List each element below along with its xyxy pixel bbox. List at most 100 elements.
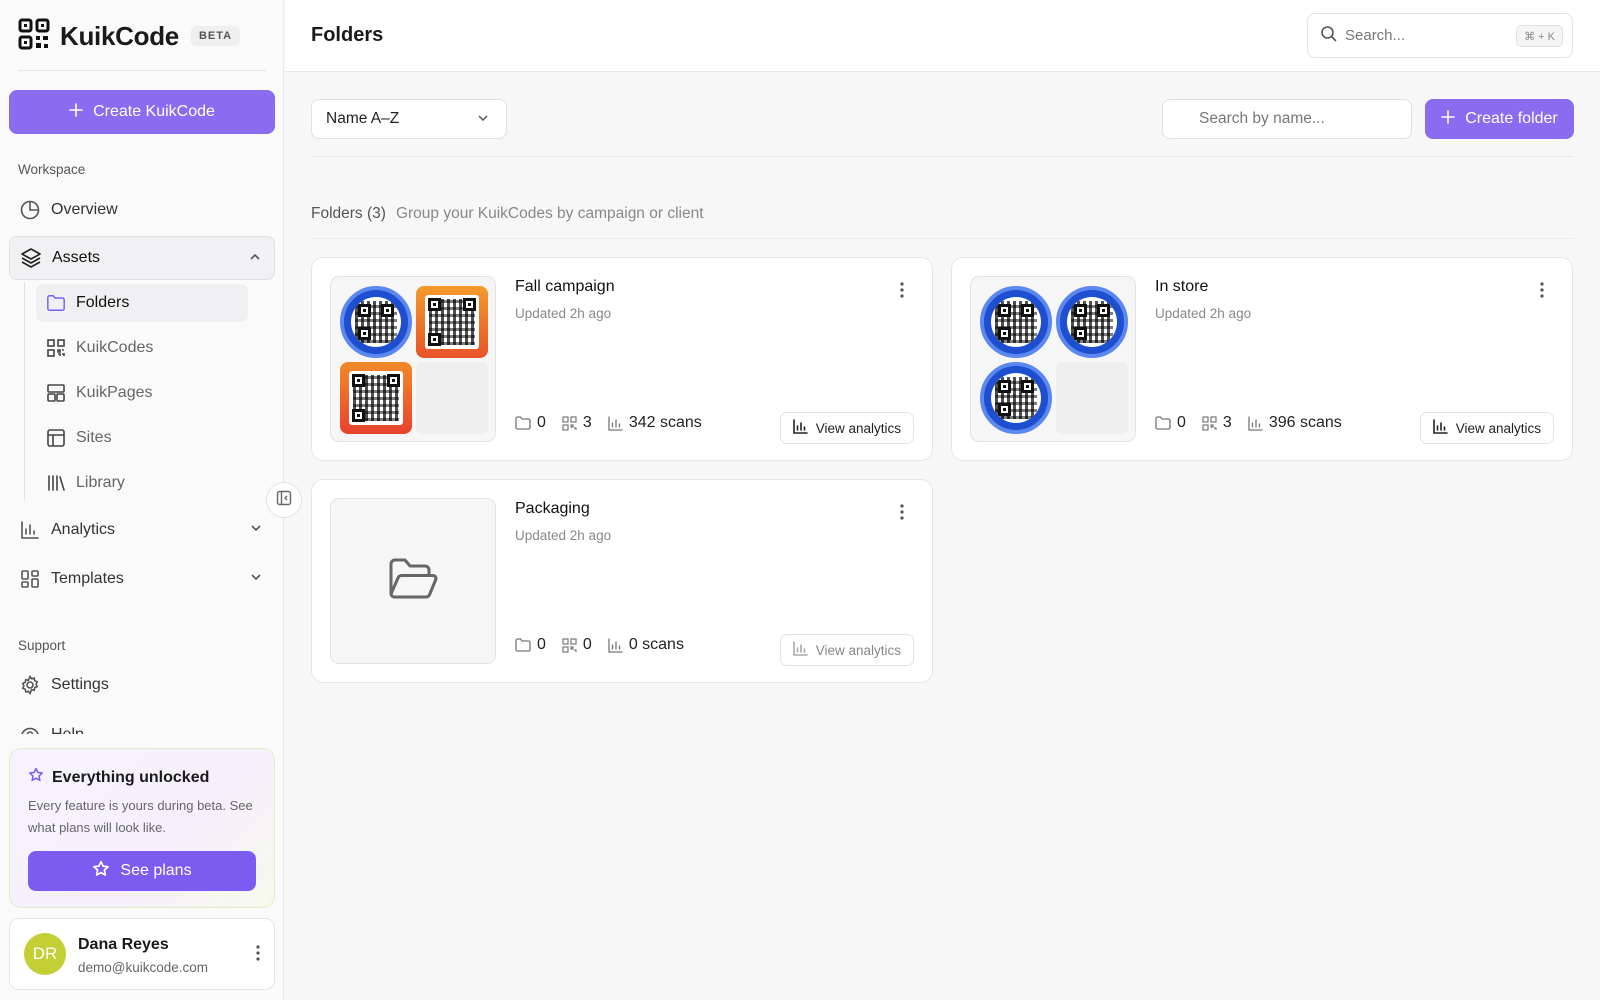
more-vertical-icon[interactable]: [900, 504, 904, 525]
sidebar-item-label: Library: [76, 474, 125, 491]
qr-code-thumbnail: [980, 362, 1052, 434]
folder-card[interactable]: In store Updated 2h ago 0 3 396 scans Vi…: [951, 257, 1573, 461]
more-vertical-icon[interactable]: [900, 282, 904, 303]
folders-count: Folders (3): [311, 205, 386, 222]
layers-icon: [20, 247, 42, 269]
promo-text: Every feature is yours during beta. See …: [28, 798, 253, 835]
support-label: Support: [18, 638, 66, 653]
promo-title-text: Everything unlocked: [52, 768, 210, 786]
bar-chart-icon: [792, 419, 808, 437]
code-count-value: 3: [1222, 414, 1232, 431]
qr-logo-icon: [18, 18, 50, 55]
sidebar-item-label: Settings: [51, 676, 109, 693]
folder-updated: Updated 2h ago: [515, 528, 612, 543]
scan-count-value: 0 scans: [628, 636, 684, 653]
qr-code-thumbnail: [1056, 286, 1128, 358]
collapse-sidebar-button[interactable]: [266, 482, 302, 518]
folder-name[interactable]: In store: [1155, 278, 1208, 296]
workspace-label: Workspace: [18, 162, 86, 177]
see-plans-label: See plans: [120, 862, 192, 879]
view-analytics-button[interactable]: View analytics: [779, 634, 914, 666]
subfolder-count: 0: [1155, 414, 1186, 432]
folder-name[interactable]: Fall campaign: [515, 278, 615, 296]
subfolder-count-value: 0: [1177, 414, 1186, 431]
create-kuikcode-button[interactable]: Create KuikCode: [9, 90, 275, 134]
sidebar-item-folders[interactable]: Folders: [36, 284, 248, 322]
sidebar-item-sites[interactable]: Sites: [36, 419, 248, 457]
bar-chart-icon: [608, 637, 623, 653]
folder-name[interactable]: Packaging: [515, 500, 590, 518]
keyboard-shortcut-badge: ⌘ + K: [1516, 25, 1563, 47]
bar-chart-icon: [19, 519, 41, 541]
sidebar-item-help[interactable]: Help: [9, 712, 275, 734]
plus-icon: [69, 102, 83, 122]
qr-code-icon: [562, 415, 577, 431]
folder-stats: 0 0 0 scans: [515, 636, 700, 654]
chevron-up-icon: [248, 250, 262, 269]
qr-code-icon: [46, 338, 66, 358]
folder-updated: Updated 2h ago: [1155, 306, 1252, 321]
subfolder-count: 0: [515, 636, 546, 654]
page-layout-icon: [46, 383, 66, 403]
folder-open-icon: [387, 556, 439, 607]
create-folder-button[interactable]: Create folder: [1425, 99, 1574, 139]
sidebar-item-overview[interactable]: Overview: [9, 188, 275, 232]
sidebar-item-label: Sites: [76, 429, 112, 446]
sort-select[interactable]: Name A–Z: [311, 99, 507, 139]
folder-card[interactable]: Packaging Updated 2h ago 0 0 0 scans Vie…: [311, 479, 933, 683]
global-search-input[interactable]: Search... ⌘ + K: [1307, 13, 1573, 58]
sidebar-item-label: Folders: [76, 294, 130, 311]
divider: [311, 238, 1574, 239]
qr-code-thumbnail: [416, 286, 488, 358]
more-vertical-icon[interactable]: [256, 945, 260, 966]
sidebar-item-settings[interactable]: Settings: [9, 663, 275, 707]
folder-card[interactable]: Fall campaign Updated 2h ago 0 3 342 sca…: [311, 257, 933, 461]
folder-icon: [515, 416, 531, 430]
scan-count: 342 scans: [608, 414, 702, 432]
subfolder-count: 0: [515, 414, 546, 432]
sidebar-item-label: Analytics: [51, 521, 116, 538]
star-icon: [92, 860, 110, 883]
scan-count: 396 scans: [1248, 414, 1342, 432]
folder-thumbnail: [330, 276, 496, 442]
scan-count-value: 396 scans: [1268, 414, 1342, 431]
page-title: Folders: [311, 24, 384, 46]
submenu-guide: [24, 282, 25, 500]
view-analytics-button[interactable]: View analytics: [779, 412, 914, 444]
user-email: demo@kuikcode.com: [78, 960, 209, 975]
folder-icon: [515, 638, 531, 652]
chevron-down-icon: [249, 570, 263, 589]
see-plans-button[interactable]: See plans: [28, 851, 256, 891]
top-bar: Folders Search... ⌘ + K: [285, 0, 1600, 72]
folder-updated: Updated 2h ago: [515, 306, 612, 321]
sidebar-item-label: KuikCodes: [76, 339, 154, 356]
subfolder-count-value: 0: [537, 414, 546, 431]
sidebar-item-templates[interactable]: Templates: [9, 557, 275, 601]
sidebar-item-analytics[interactable]: Analytics: [9, 508, 275, 552]
browser-layout-icon: [46, 428, 66, 448]
star-icon: [28, 767, 44, 788]
help-circle-icon: [19, 726, 41, 734]
qr-code-thumbnail: [340, 362, 412, 434]
promo-title: Everything unlocked: [28, 767, 209, 788]
sidebar-item-kuikpages[interactable]: KuikPages: [36, 374, 248, 412]
pie-chart-icon: [19, 199, 41, 221]
more-vertical-icon[interactable]: [1540, 282, 1544, 303]
view-analytics-button[interactable]: View analytics: [1419, 412, 1554, 444]
chevron-down-icon: [249, 521, 263, 540]
brand[interactable]: KuikCode BETA: [18, 18, 241, 55]
bar-chart-icon: [608, 415, 623, 431]
sidebar-collapse-icon: [276, 490, 292, 511]
sidebar-item-assets[interactable]: Assets: [9, 236, 275, 280]
code-count: 3: [562, 414, 592, 432]
user-card[interactable]: DR Dana Reyes demo@kuikcode.com: [9, 918, 275, 990]
sidebar-item-label: Overview: [51, 201, 118, 218]
sidebar-item-library[interactable]: Library: [36, 464, 248, 502]
sidebar-item-label: KuikPages: [76, 384, 153, 401]
code-count-value: 0: [582, 636, 592, 653]
search-by-name-input[interactable]: Search by name...: [1162, 99, 1412, 139]
sidebar-item-kuikcodes[interactable]: KuikCodes: [36, 329, 248, 367]
avatar: DR: [24, 933, 66, 975]
divider: [18, 70, 266, 71]
grid-layout-icon: [19, 568, 41, 590]
